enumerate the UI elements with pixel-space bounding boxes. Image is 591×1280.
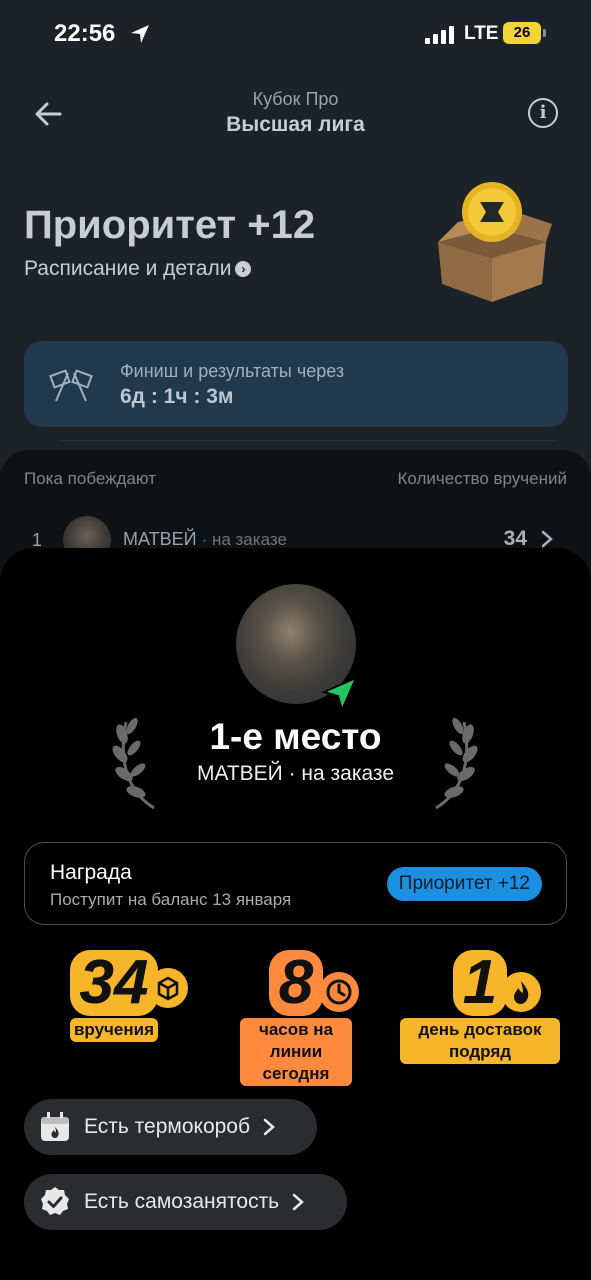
- info-icon[interactable]: i: [528, 98, 558, 128]
- verified-icon: [41, 1187, 69, 1215]
- clock-icon: [319, 972, 360, 1012]
- schedule-link[interactable]: Расписание и детали ›: [24, 257, 252, 281]
- thermobox-chip[interactable]: Есть термокороб: [24, 1099, 317, 1155]
- finish-label: Финиш и результаты через: [120, 361, 345, 381]
- stat-label: вручения: [69, 1018, 159, 1043]
- finish-card: Финиш и результаты через 6д : 1ч : 3м: [24, 341, 568, 427]
- thermobox-icon: [41, 1112, 69, 1141]
- place-title: 1-е место: [209, 716, 382, 757]
- chevron-right-icon: [541, 530, 553, 548]
- row-name-text: МАТВЕЙ: [123, 529, 197, 549]
- row-name: МАТВЕЙ · на заказе: [123, 529, 287, 550]
- location-arrow-icon: [131, 25, 149, 43]
- finish-countdown: 6д : 1ч : 3м: [120, 385, 234, 408]
- stat-label: день доставок подряд: [400, 1018, 560, 1065]
- chip-label: Есть самозанятость: [84, 1190, 280, 1213]
- schedule-link-label: Расписание и детали: [24, 257, 232, 280]
- stat-deliveries: 34 вручения: [44, 948, 189, 1043]
- status-bar: 22:56 LTE 26: [0, 0, 591, 70]
- navigation-arrow-icon: [321, 676, 358, 713]
- checkered-flags-icon: [49, 369, 93, 402]
- stat-value: 8: [278, 948, 314, 1017]
- leaderboard-col-right: Количество вручений: [397, 469, 567, 488]
- flame-icon: [501, 972, 542, 1012]
- row-status: · на заказе: [201, 530, 287, 549]
- chip-label: Есть термокороб: [84, 1115, 251, 1138]
- reward-card: Награда Поступит на баланс 13 января При…: [24, 842, 567, 925]
- header-title: Высшая лига: [226, 113, 365, 136]
- promo-title: Приоритет +12: [24, 203, 316, 247]
- battery-icon: 26: [503, 22, 541, 44]
- reward-title: Награда: [50, 861, 132, 884]
- stat-label: часов на линии сегодня: [240, 1018, 352, 1087]
- header-subtitle: Кубок Про: [252, 89, 339, 109]
- stat-hours: 8 часов на линии сегодня: [240, 948, 360, 1087]
- prize-box-icon: [438, 182, 552, 302]
- chevron-right-icon: [263, 1118, 275, 1136]
- stat-value: 34: [79, 948, 149, 1017]
- self-employed-chip[interactable]: Есть самозанятость: [24, 1174, 347, 1230]
- chevron-right-icon: [292, 1193, 305, 1211]
- network-label: LTE: [464, 23, 499, 44]
- battery-tip: [543, 29, 546, 37]
- stat-streak: 1 день доставок подряд: [400, 948, 560, 1065]
- box-icon: [148, 968, 189, 1008]
- reward-subtitle: Поступит на баланс 13 января: [50, 890, 292, 909]
- leaderboard-col-left: Пока побеждают: [24, 469, 157, 488]
- place-subtitle: МАТВЕЙ · на заказе: [196, 762, 395, 785]
- status-time: 22:56: [54, 20, 116, 47]
- reward-badge: Приоритет +12: [386, 867, 542, 901]
- stat-value: 1: [462, 948, 498, 1017]
- chevron-right-icon: ›: [235, 261, 252, 277]
- divider: [60, 440, 556, 441]
- signal-icon: [425, 26, 454, 44]
